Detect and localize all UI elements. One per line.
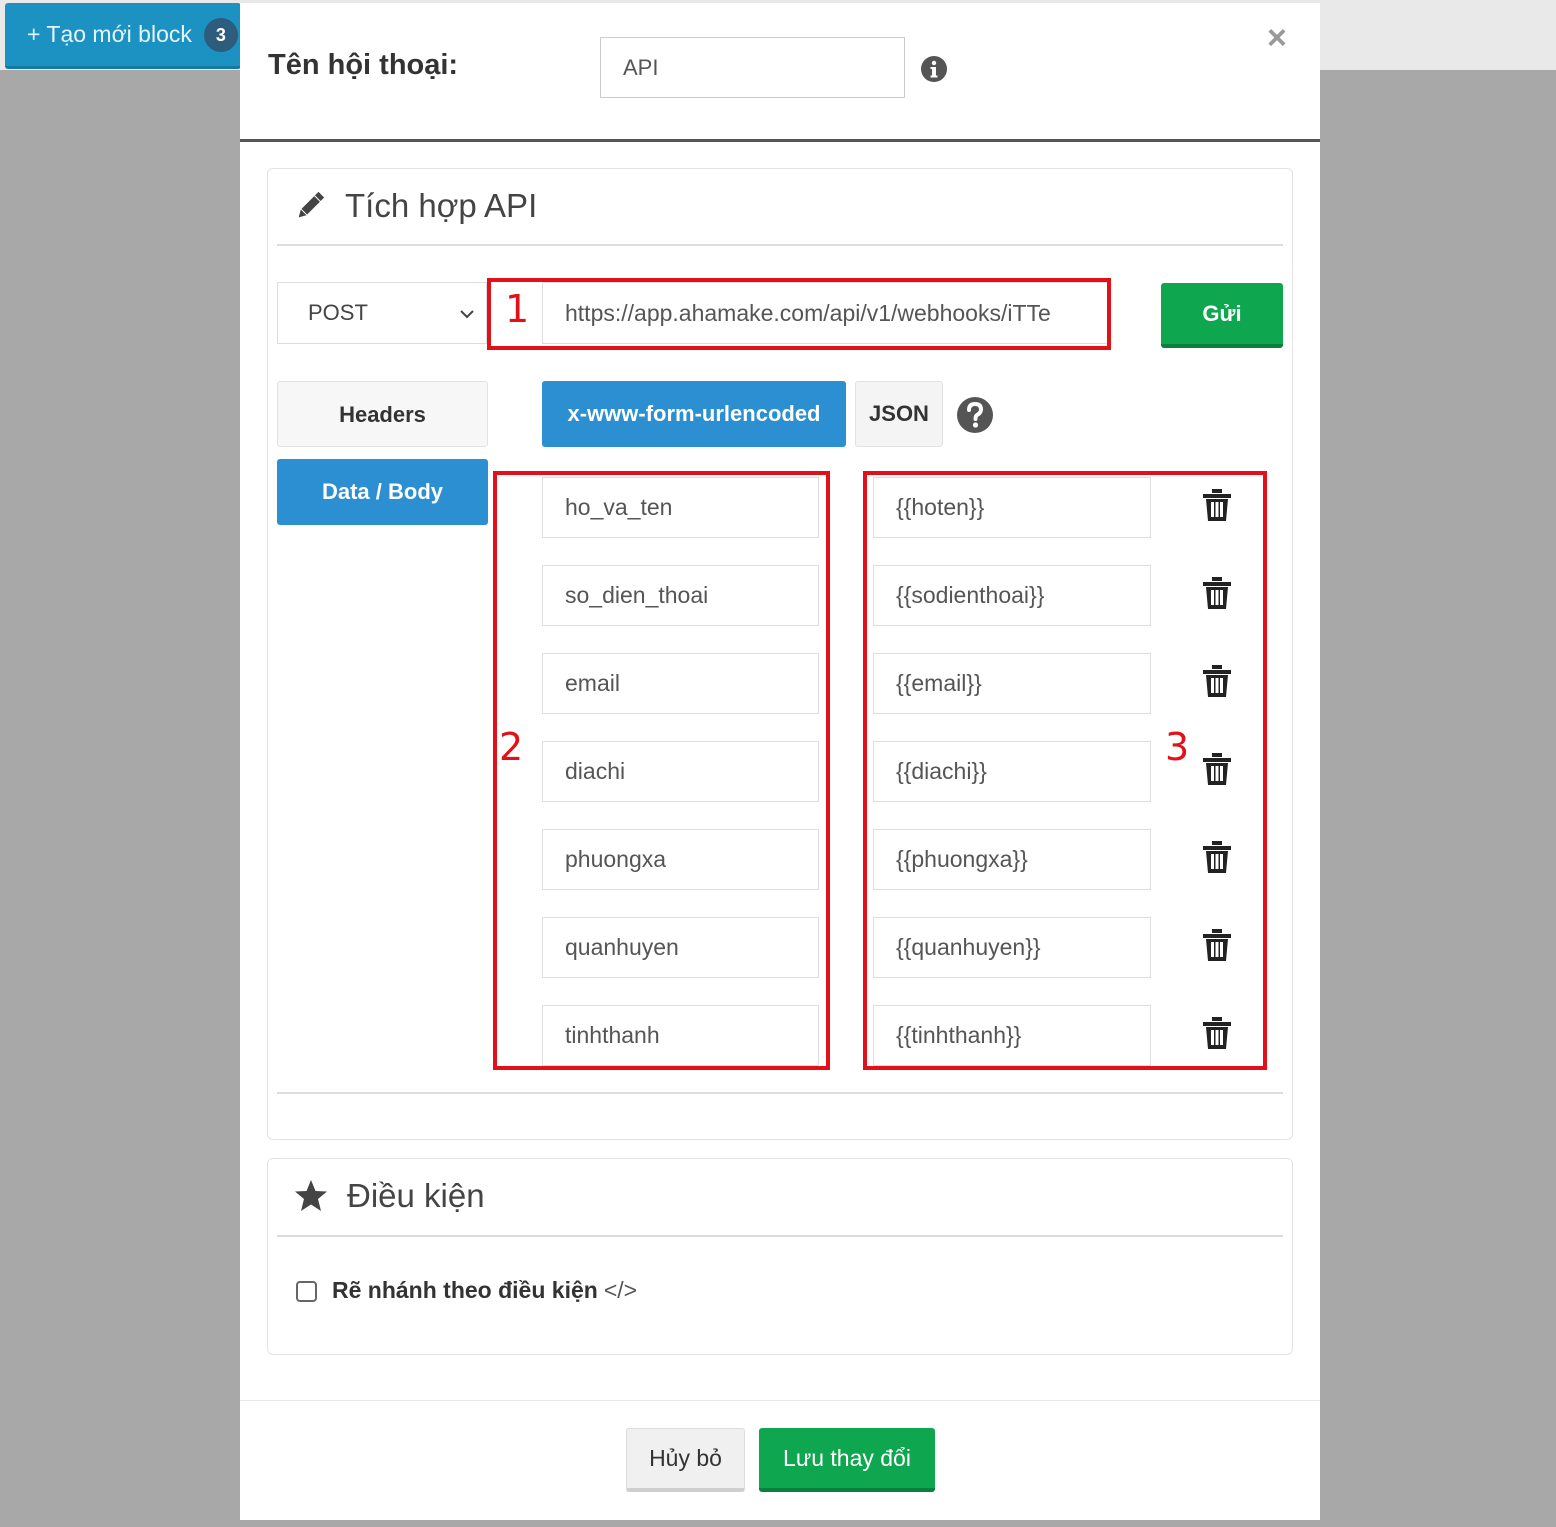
encoding-json-button[interactable]: JSON: [855, 381, 943, 447]
help-icon[interactable]: [956, 396, 994, 434]
footer-divider: [240, 1400, 1320, 1401]
star-icon: [295, 1180, 327, 1211]
condition-panel-title: Điều kiện: [347, 1177, 485, 1214]
annotation-box-values: [863, 471, 1267, 1070]
save-changes-button[interactable]: Lưu thay đổi: [759, 1428, 935, 1492]
annotation-number-2: 2: [499, 725, 524, 769]
encoding-form-urlencoded-button[interactable]: x-www-form-urlencoded: [542, 381, 846, 447]
http-method-select[interactable]: POST: [277, 282, 487, 344]
api-panel-divider: [277, 244, 1283, 246]
create-block-button[interactable]: + Tạo mới block 3: [5, 3, 241, 69]
create-block-label: + Tạo mới block: [27, 21, 192, 47]
branch-condition-checkbox[interactable]: [296, 1281, 317, 1302]
condition-panel: Điều kiện: [267, 1158, 1293, 1355]
chevron-down-icon: [460, 310, 474, 319]
code-icon: </>: [603, 1277, 638, 1303]
condition-panel-divider: [277, 1235, 1283, 1237]
conversation-name-label: Tên hội thoại:: [268, 49, 459, 81]
http-method-value: POST: [308, 300, 368, 325]
annotation-number-3: 3: [1165, 725, 1190, 769]
tab-headers[interactable]: Headers: [277, 381, 488, 447]
api-panel-title: Tích hợp API: [345, 187, 538, 224]
branch-condition-label: Rẽ nhánh theo điều kiện </>: [332, 1277, 637, 1304]
branch-condition-text: Rẽ nhánh theo điều kiện: [332, 1277, 598, 1303]
annotation-box-keys: [493, 471, 830, 1070]
info-icon[interactable]: [920, 55, 948, 83]
send-button[interactable]: Gửi: [1161, 283, 1283, 348]
cancel-button[interactable]: Hủy bỏ: [626, 1428, 745, 1492]
close-icon[interactable]: ×: [1267, 21, 1287, 55]
modal-header: Tên hội thoại: API ×: [240, 3, 1320, 142]
api-modal: Tên hội thoại: API × Tích hợp API POST h…: [240, 3, 1320, 1520]
api-panel-bottom-divider: [277, 1092, 1283, 1094]
block-count-badge: 3: [203, 17, 238, 52]
annotation-box-url: [487, 278, 1111, 350]
annotation-number-1: 1: [505, 287, 530, 331]
pencil-icon: [298, 191, 325, 218]
tab-data-body[interactable]: Data / Body: [277, 459, 488, 525]
conversation-name-input[interactable]: API: [600, 37, 905, 98]
